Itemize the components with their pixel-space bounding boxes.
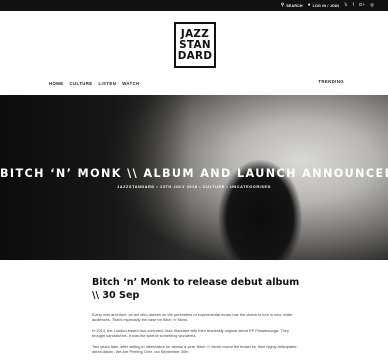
hero-title: BITCH ‘N’ MONK \\ ALBUM AND LAUNCH ANNOU… — [0, 167, 388, 180]
user-icon: ● — [307, 2, 311, 8]
nav-item-home[interactable]: HOME — [49, 81, 64, 86]
googleplus-icon[interactable]: G+ — [359, 3, 365, 8]
search-link[interactable]: ⚲ SEARCH — [281, 3, 303, 8]
article-body: Bitch ‘n’ Monk to release debut album \\… — [92, 276, 302, 354]
hero-meta: JAZZSTANDARD • 13TH JULY 2018 • CULTURE … — [117, 185, 271, 189]
nav-item-listen[interactable]: LISTEN — [99, 81, 117, 86]
top-bar: ⚲ SEARCH ● LOG IN / JOIN 𝕏 f G+ ◎ — [0, 0, 388, 11]
top-links: ⚲ SEARCH ● LOG IN / JOIN 𝕏 f G+ ◎ — [281, 0, 374, 11]
main-nav: HOME CULTURE LISTEN WATCH — [49, 79, 140, 87]
nav-item-watch[interactable]: WATCH — [122, 81, 139, 86]
article-paragraph: In 2014, the London-based duo contorted … — [92, 327, 289, 339]
login-label: LOG IN / JOIN — [312, 3, 340, 8]
login-link[interactable]: ● LOG IN / JOIN — [308, 3, 339, 8]
trending-link[interactable]: TRENDING — [318, 79, 344, 84]
instagram-icon[interactable]: ◎ — [370, 3, 374, 8]
search-label: SEARCH — [286, 3, 303, 8]
logo-line-2: STAN — [179, 38, 211, 51]
nav-item-culture[interactable]: CULTURE — [70, 81, 93, 86]
search-icon: ⚲ — [280, 2, 285, 8]
hero-banner: BITCH ‘N’ MONK \\ ALBUM AND LAUNCH ANNOU… — [0, 95, 388, 260]
logo-line-1: JAZZ — [180, 27, 210, 40]
twitter-icon[interactable]: 𝕏 — [344, 3, 348, 8]
article-paragraph: Two years later, after writing in hibern… — [92, 343, 297, 355]
article-heading: Bitch ‘n’ Monk to release debut album \\… — [92, 277, 300, 301]
article-paragraph: Every now and then, an act who dances on… — [92, 312, 293, 323]
logo-line-3: DARD — [177, 49, 213, 62]
facebook-icon[interactable]: f — [353, 3, 354, 8]
site-logo[interactable]: JAZZ STAN DARD — [174, 22, 216, 68]
